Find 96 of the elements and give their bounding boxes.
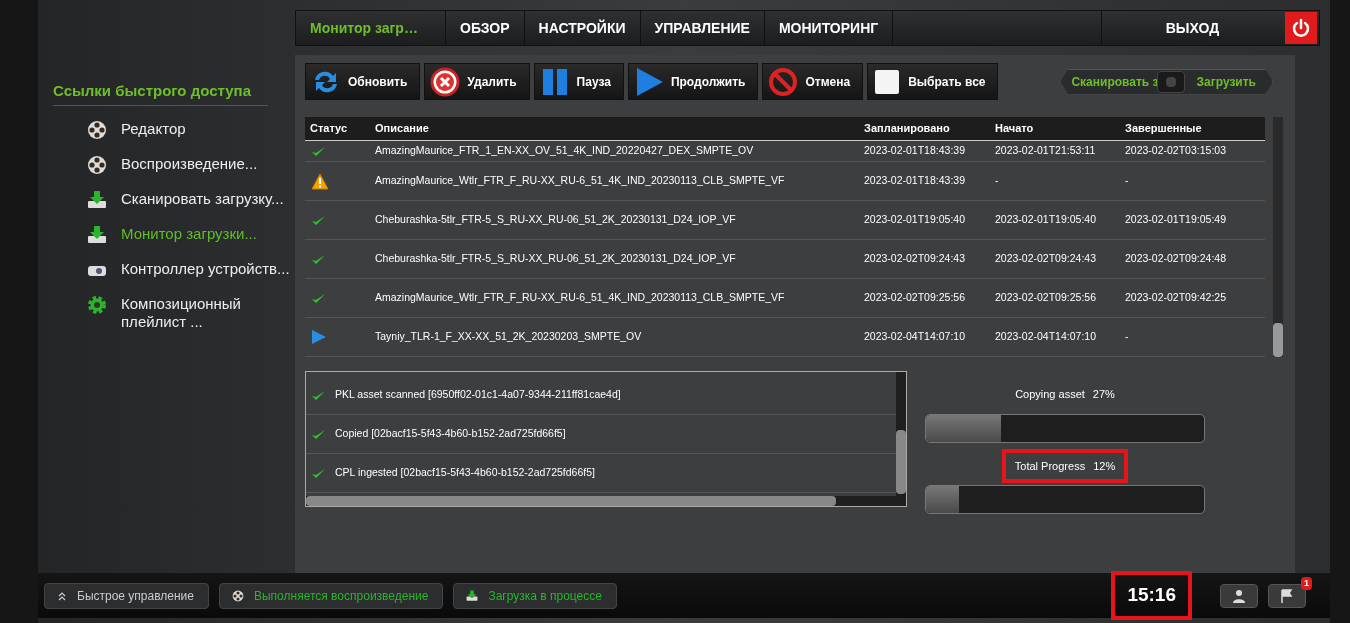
log-entry: CPL ingested [02bacf15-5f43-4b60-b152-2ad725fd66f5]	[335, 465, 595, 481]
toolbar-button[interactable]: Продолжить	[627, 63, 759, 100]
scrollbar-thumb[interactable]	[1273, 323, 1283, 357]
status-button[interactable]: Загрузка в процессе	[453, 582, 617, 609]
table-cell-text: 2023-02-01T19:05:40	[864, 212, 966, 228]
column-header: Описание	[375, 121, 430, 137]
checkbox-icon	[873, 67, 902, 96]
toolbar-button[interactable]: Пауза	[533, 63, 624, 100]
notifications-button[interactable]	[1268, 583, 1306, 608]
column-header: Запланировано	[864, 121, 951, 137]
cancel-icon	[768, 66, 799, 97]
progress-label: Copying asset	[1015, 387, 1085, 402]
table-row[interactable]: Cheburashka-5tlr_FTR-5_S_RU-XX_RU-06_51_2K_20230131_D24_IOP_VF 2023-02-02T09:24:43 2023-02-02T09:24:43 2023-02-02T09:24:48	[305, 240, 1265, 279]
download-drive-icon	[466, 589, 479, 602]
table-cell-text: 2023-02-01T18:43:39	[864, 173, 966, 189]
table-row[interactable]: AmazingMaurice_Wtlr_FTR_F_RU-XX_RU-6_51_4K_IND_20230113_CLB_SMPTE_VF 2023-02-02T09:25:56 2023-02-02T09:25:56 2023-02-02T09:42:25	[305, 279, 1265, 318]
switch-label: Загрузить	[1196, 73, 1256, 91]
toolbar-button[interactable]: Выбрать все	[867, 63, 999, 100]
gear-icon	[87, 294, 107, 315]
table-cell-text: 2023-02-02T09:24:43	[995, 251, 1097, 267]
table-row[interactable]: Cheburashka-5tlr_FTR-5_S_RU-XX_RU-06_51_2K_20230131_D24_IOP_VF 2023-02-01T19:05:40 2023-02-01T19:05:40 2023-02-01T19:05:49	[305, 201, 1265, 240]
user-icon	[1232, 588, 1246, 603]
power-icon	[1291, 18, 1311, 38]
status-button[interactable]: Быстрое управление	[44, 582, 209, 609]
check-icon	[311, 144, 326, 158]
delete-icon	[430, 66, 461, 97]
nav-tab[interactable]: Монитор загр…	[296, 11, 446, 45]
film-reel-icon	[232, 589, 244, 602]
table-row[interactable]: Tayniy_TLR-1_F_XX-XX_51_2K_20230203_SMPTE_OV 2023-02-04T14:07:10 2023-02-04T14:07:10 -	[305, 318, 1265, 357]
sidebar-link[interactable]: Сканировать загрузку...	[53, 189, 293, 208]
check-icon	[311, 427, 326, 441]
sidebar-title: Ссылки быстрого доступа	[53, 80, 268, 106]
toolbar-button[interactable]: Удалить	[424, 63, 530, 100]
table-cell-text: 2023-02-04T14:07:10	[995, 329, 1097, 345]
clock: 15:16	[1111, 571, 1192, 620]
status-button[interactable]: Выполняется воспроизведение	[219, 582, 444, 609]
check-icon	[311, 466, 326, 480]
log-entry: PKL asset scanned [6950ff02-01c1-4a07-9344-211ff81cae4d]	[335, 387, 621, 403]
film-reel-icon	[87, 154, 107, 175]
table-cell-text: 2023-02-01T19:05:49	[1125, 212, 1227, 228]
table-cell-text: 2023-02-02T09:24:43	[864, 251, 966, 267]
scrollbar-thumb[interactable]	[896, 430, 906, 494]
download-drive-icon	[87, 224, 107, 245]
table-cell-text: 2023-02-02T09:25:56	[864, 290, 966, 306]
sidebar-link[interactable]: Воспроизведение...	[53, 154, 293, 173]
table-row[interactable]: AmazingMaurice_Wtlr_FTR_F_RU-XX_RU-6_51_4K_IND_20230113_CLB_SMPTE_VF 2023-02-01T18:43:39 - -	[305, 162, 1265, 201]
table-cell-text: AmazingMaurice_FTR_1_EN-XX_OV_51_4K_IND_20220427_DEX_SMPTE_OV	[375, 143, 755, 159]
chevron-up-icon	[57, 590, 67, 601]
table-cell-text: Cheburashka-5tlr_FTR-5_S_RU-XX_RU-06_51_2K_20230131_D24_IOP_VF	[375, 251, 737, 267]
log-entry: Copied [02bacf15-5f43-4b60-b152-2ad725fd66f5]	[335, 426, 566, 442]
check-icon	[311, 252, 326, 266]
table-cell-text: 2023-02-04T14:07:10	[864, 329, 966, 345]
table-cell-text: 2023-02-01T21:53:11	[995, 143, 1097, 159]
horizontal-scrollbar-thumb[interactable]	[306, 496, 836, 506]
sidebar-link[interactable]: Контроллер устройств...	[53, 259, 293, 278]
nav-tab[interactable]: УПРАВЛЕНИЕ	[640, 11, 765, 45]
check-icon	[311, 213, 326, 227]
film-reel-icon	[87, 119, 107, 140]
table-cell-text: -	[1125, 173, 1130, 189]
power-button[interactable]	[1285, 12, 1317, 44]
flag-icon	[1280, 588, 1294, 603]
user-button[interactable]	[1220, 583, 1258, 608]
download-drive-icon	[87, 189, 107, 210]
table-cell-text: -	[995, 173, 1000, 189]
play-icon	[311, 329, 327, 345]
table-cell-text: 2023-02-01T19:05:40	[995, 212, 1097, 228]
table-row[interactable]: AmazingMaurice_FTR_1_EN-XX_OV_51_4K_IND_20220427_DEX_SMPTE_OV 2023-02-01T18:43:39 2023-02-01T21:53:11 2023-02-02T03:15:03	[305, 141, 1265, 162]
table-cell-text: AmazingMaurice_Wtlr_FTR_F_RU-XX_RU-6_51_4K_IND_20230113_CLB_SMPTE_VF	[375, 290, 786, 306]
notification-badge: 1	[1301, 576, 1312, 590]
table-cell-text: AmazingMaurice_Wtlr_FTR_F_RU-XX_RU-6_51_4K_IND_20230113_CLB_SMPTE_VF	[375, 173, 786, 189]
column-header: Статус	[310, 121, 349, 137]
column-header: Начато	[995, 121, 1035, 137]
table-cell-text: Cheburashka-5tlr_FTR-5_S_RU-XX_RU-06_51_2K_20230131_D24_IOP_VF	[375, 212, 737, 228]
column-header: Завершенные	[1125, 121, 1203, 137]
check-icon	[311, 291, 326, 305]
table-cell-text: -	[1125, 329, 1130, 345]
nav-tab[interactable]: МОНИТОРИНГ	[764, 11, 894, 45]
toolbar-button[interactable]: Отмена	[762, 63, 864, 100]
table-cell-text: Tayniy_TLR-1_F_XX-XX_51_2K_20230203_SMPTE_OV	[375, 329, 643, 345]
table-cell-text: 2023-02-02T09:25:56	[995, 290, 1097, 306]
sidebar-link[interactable]: Редактор	[53, 119, 293, 138]
table-cell-text: 2023-02-02T03:15:03	[1125, 143, 1227, 159]
table-cell-text: 2023-02-02T09:42:25	[1125, 290, 1227, 306]
sidebar-link[interactable]: Монитор загрузки...	[53, 224, 293, 243]
table-cell-text: 2023-02-02T09:24:48	[1125, 251, 1227, 267]
warning-icon	[311, 172, 329, 190]
nav-tab[interactable]: ОБЗОР	[446, 11, 525, 45]
table-cell-text: 2023-02-01T18:43:39	[864, 143, 966, 159]
check-icon	[311, 388, 326, 402]
progress-label: Total Progress	[1014, 458, 1086, 474]
progress-percent: 27%	[1092, 387, 1115, 402]
nav-tab[interactable]: НАСТРОЙКИ	[524, 11, 641, 45]
toolbar-button[interactable]: Обновить	[305, 63, 421, 100]
sidebar-link[interactable]: Композиционный плейлист ...	[53, 294, 293, 331]
exit-tab[interactable]: ВЫХОД	[1101, 11, 1283, 45]
progress-percent: 12%	[1093, 458, 1116, 474]
